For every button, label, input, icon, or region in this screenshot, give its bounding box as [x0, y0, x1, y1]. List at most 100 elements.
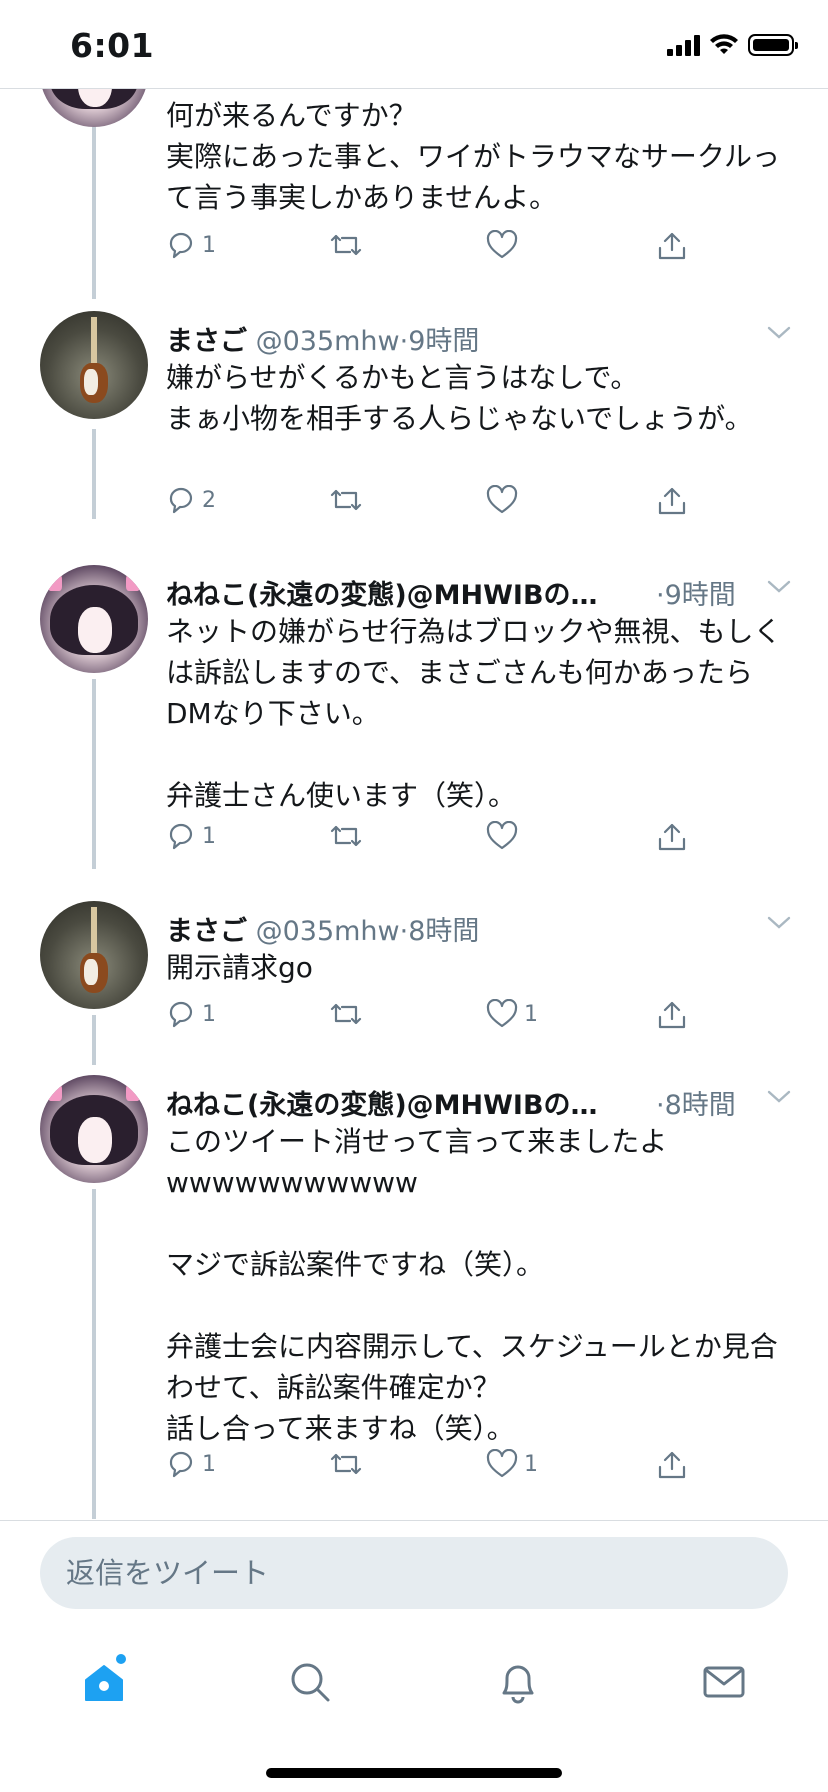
share-icon	[658, 1451, 686, 1479]
tweet-header: まさご @035mhw·9時間	[166, 319, 479, 358]
reply-button[interactable]: 2	[166, 485, 216, 515]
chevron-down-icon[interactable]	[766, 579, 792, 595]
retweet-icon	[330, 489, 362, 511]
tweet-time: ·9時間	[656, 580, 736, 611]
share-button[interactable]	[656, 1449, 688, 1481]
avatar[interactable]	[40, 901, 148, 1009]
share-button[interactable]	[656, 821, 688, 853]
reply-count: 1	[202, 823, 216, 849]
reply-count: 2	[202, 487, 216, 513]
mail-icon	[703, 1666, 745, 1698]
thread-line	[92, 679, 96, 869]
wifi-icon	[710, 34, 738, 54]
retweet-button[interactable]	[328, 999, 364, 1029]
reply-count: 1	[202, 1001, 216, 1027]
battery-icon	[748, 34, 798, 56]
search-icon	[291, 1663, 330, 1702]
tab-search[interactable]	[280, 1652, 340, 1712]
like-button[interactable]: 1	[486, 1449, 538, 1479]
tweet-actions: 1	[166, 230, 726, 270]
retweet-button[interactable]	[328, 821, 364, 851]
share-icon	[658, 823, 686, 851]
retweet-button[interactable]	[328, 230, 364, 260]
reply-input[interactable]: 返信をツイート	[40, 1537, 788, 1609]
tab-home[interactable]	[74, 1652, 134, 1712]
retweet-icon	[330, 1003, 362, 1025]
like-count: 1	[524, 1451, 538, 1477]
bell-icon	[502, 1665, 534, 1704]
avatar[interactable]	[40, 89, 148, 127]
tweet-actions: 1 1	[166, 1449, 726, 1489]
like-button[interactable]	[486, 821, 524, 851]
heart-icon	[486, 230, 518, 259]
heart-icon	[486, 999, 518, 1028]
notification-dot	[116, 1654, 126, 1664]
tweet-actions: 1	[166, 821, 726, 861]
reply-count: 1	[202, 232, 216, 258]
reply-button[interactable]: 1	[166, 1449, 216, 1479]
avatar[interactable]	[40, 311, 148, 419]
tweet-header: ねねこ(永遠の変態)@MHWIBの…	[166, 573, 598, 612]
share-icon	[658, 1001, 686, 1029]
tweet-text: 何が来るんですか？ 実際にあった事と、ワイがトラウマなサークルって言う事実しかあ…	[166, 99, 781, 214]
tab-bar	[0, 1622, 828, 1792]
chevron-down-icon[interactable]	[766, 915, 792, 931]
reply-icon	[169, 232, 193, 259]
display-name[interactable]: ねねこ(永遠の変態)@MHWIBの…	[166, 1090, 598, 1121]
tweet-actions: 2	[166, 485, 726, 525]
heart-icon	[486, 821, 518, 850]
display-name[interactable]: ねねこ(永遠の変態)@MHWIBの…	[166, 580, 598, 611]
like-button[interactable]	[486, 230, 524, 260]
tweet-header: まさご @035mhw·8時間	[166, 909, 479, 948]
share-icon	[658, 487, 686, 515]
reply-icon	[169, 1001, 193, 1028]
reply-icon	[169, 487, 193, 514]
like-button[interactable]: 1	[486, 999, 538, 1029]
status-bar: 6:01	[0, 0, 828, 89]
avatar[interactable]	[40, 1075, 148, 1183]
retweet-icon	[330, 1453, 362, 1475]
thread-line	[92, 1015, 96, 1065]
share-button[interactable]	[656, 999, 688, 1031]
display-name[interactable]: まさご	[166, 916, 247, 947]
tweet-text: ネットの嫌がらせ行為はブロックや無視、もしくは訴訟しますので、まさごさんも何かあ…	[166, 615, 782, 812]
share-button[interactable]	[656, 485, 688, 517]
avatar[interactable]	[40, 565, 148, 673]
conversation-timeline[interactable]: 何が来るんですか？ 実際にあった事と、ワイがトラウマなサークルって言う事実しかあ…	[0, 89, 828, 1519]
reply-count: 1	[202, 1451, 216, 1477]
like-count: 1	[524, 1001, 538, 1027]
reply-button[interactable]: 1	[166, 821, 216, 851]
reply-icon	[169, 823, 193, 850]
chevron-down-icon[interactable]	[766, 1089, 792, 1105]
thread-line	[92, 1189, 96, 1519]
share-button[interactable]	[656, 230, 688, 262]
home-icon	[85, 1665, 123, 1701]
status-time: 6:01	[70, 26, 155, 65]
tab-messages[interactable]	[694, 1652, 754, 1712]
retweet-icon	[330, 234, 362, 256]
heart-icon	[486, 485, 518, 514]
tweet-time: ·8時間	[399, 916, 480, 947]
share-icon	[658, 232, 686, 260]
retweet-button[interactable]	[328, 1449, 364, 1479]
heart-icon	[486, 1449, 518, 1478]
handle[interactable]: @035mhw	[256, 326, 400, 357]
like-button[interactable]	[486, 485, 524, 515]
tweet-time: ·9時間	[399, 326, 480, 357]
thread-line	[92, 429, 96, 519]
signal-icon	[667, 34, 700, 56]
reply-button[interactable]: 1	[166, 230, 216, 260]
tweet-actions: 1 1	[166, 999, 726, 1039]
home-indicator[interactable]	[266, 1768, 562, 1778]
retweet-icon	[330, 825, 362, 847]
display-name[interactable]: まさご	[166, 326, 247, 357]
tweet-text: 開示請求go	[166, 951, 313, 984]
tab-notifications[interactable]	[488, 1652, 548, 1712]
chevron-down-icon[interactable]	[766, 325, 792, 341]
handle[interactable]: @035mhw	[256, 916, 400, 947]
tweet-text: このツイート消せって言って来ましたよ wwwwwwwwwww マジで訴訟案件です…	[166, 1125, 778, 1445]
reply-button[interactable]: 1	[166, 999, 216, 1029]
tweet-text: 嫌がらせがくるかもと言うはなしで。 まぁ小物を相手する人らじゃないでしょうが。	[166, 361, 753, 435]
tweet-header: ねねこ(永遠の変態)@MHWIBの…	[166, 1083, 598, 1122]
retweet-button[interactable]	[328, 485, 364, 515]
